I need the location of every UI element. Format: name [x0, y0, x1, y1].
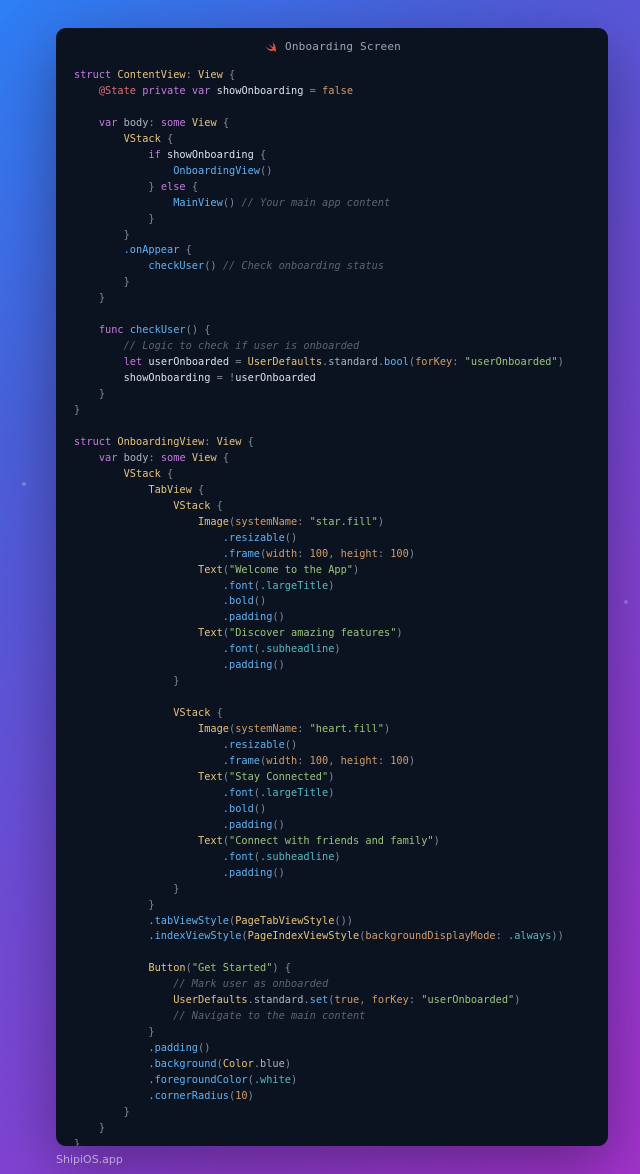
code-editor-window: Onboarding Screen struct ContentView: Vi… [56, 28, 608, 1146]
window-titlebar: Onboarding Screen [56, 28, 608, 64]
window-title: Onboarding Screen [285, 40, 401, 53]
decorative-dot [624, 600, 628, 604]
watermark-text: ShipiOS.app [56, 1153, 123, 1166]
code-area[interactable]: struct ContentView: View { @State privat… [56, 64, 608, 1146]
swift-icon [263, 39, 277, 53]
decorative-dot [22, 482, 26, 486]
